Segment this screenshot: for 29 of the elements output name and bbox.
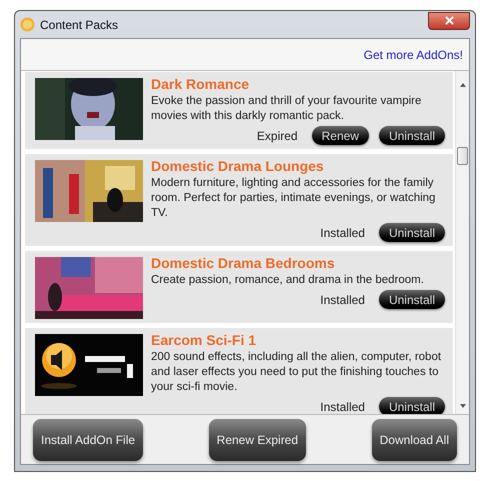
pill-button[interactable]: Uninstall bbox=[378, 223, 445, 242]
footer-button[interactable]: Download All bbox=[372, 418, 457, 460]
status-label: Expired bbox=[256, 128, 298, 144]
status-label: Installed bbox=[320, 398, 365, 414]
pill-button[interactable]: Uninstall bbox=[378, 126, 445, 145]
pack-title: Dark Romance bbox=[151, 76, 250, 93]
pill-button[interactable]: Uninstall bbox=[378, 397, 445, 414]
pill-button[interactable]: Uninstall bbox=[378, 290, 445, 309]
scroll-down-icon bbox=[460, 404, 466, 408]
pack-title: Domestic Drama Lounges bbox=[151, 158, 325, 175]
scroll-thumb[interactable] bbox=[457, 147, 468, 165]
pill-button[interactable]: Renew bbox=[312, 126, 369, 145]
footer-button[interactable]: Renew Expired bbox=[208, 418, 306, 460]
scrollbar[interactable] bbox=[455, 71, 469, 414]
status-label: Installed bbox=[320, 292, 365, 308]
window-title: Content Packs bbox=[40, 16, 118, 34]
pack-title: Domestic Drama Bedrooms bbox=[151, 255, 336, 272]
pack-description: Modern furniture, lighting and accessories for the family room. Perfect for parties, intimate evenings, or watching TV. bbox=[151, 176, 436, 221]
footer-button[interactable]: Install AddOn File bbox=[33, 418, 144, 460]
pack-description: 200 sound effects, including all the alien, computer, robot and laser effects you need to put the finishing touches to your sci-fi movie. bbox=[151, 350, 442, 395]
close-button[interactable] bbox=[428, 12, 470, 30]
pack-description: Evoke the passion and thrill of your favourite vampire movies with this darkly romantic pack. bbox=[151, 94, 422, 124]
pack-title: Earcom Sci-Fi 1 bbox=[151, 332, 258, 349]
pack-description: Create passion, romance, and drama in the bedroom. bbox=[151, 273, 425, 288]
scroll-up-icon bbox=[460, 83, 466, 87]
status-label: Installed bbox=[320, 224, 365, 242]
close-icon bbox=[444, 16, 454, 25]
get-more-link[interactable]: Get more AddOns! bbox=[364, 46, 463, 64]
app-icon bbox=[20, 17, 35, 32]
